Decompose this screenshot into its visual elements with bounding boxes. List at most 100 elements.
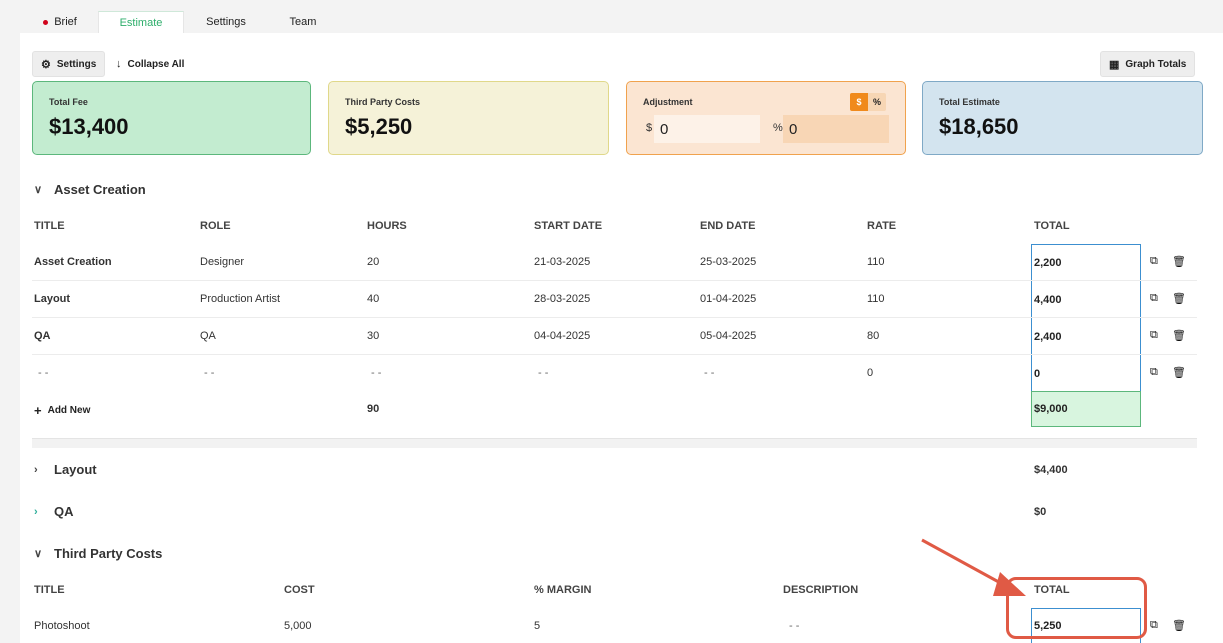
add-new-button[interactable]: + Add New	[34, 397, 90, 423]
adjustment-card: Adjustment $ % $ 0 % 0	[626, 81, 906, 155]
adjustment-mode-toggle[interactable]: $ %	[850, 93, 886, 111]
row-start-date[interactable]: 21-03-2025	[534, 256, 590, 268]
total-fee-value: $13,400	[49, 114, 129, 139]
row-rate[interactable]: 110	[867, 293, 885, 305]
row-hours[interactable]: 40	[367, 293, 379, 305]
column-header-rate: RATE	[867, 220, 897, 232]
copy-icon[interactable]: ⧉	[1150, 366, 1158, 379]
row-description[interactable]: - -	[789, 620, 799, 632]
section-divider	[32, 438, 1197, 448]
collapse-all-button[interactable]: ↓ Collapse All	[116, 51, 184, 77]
chevron-down-icon: ∨	[34, 548, 43, 560]
tab-label: Brief	[54, 16, 77, 28]
row-end-date[interactable]: 01-04-2025	[700, 293, 756, 305]
column-header-title: TITLE	[34, 220, 65, 232]
copy-icon[interactable]: ⧉	[1150, 292, 1158, 305]
row-title[interactable]: - -	[38, 367, 48, 379]
plus-icon: +	[34, 402, 42, 418]
adjustment-label: Adjustment	[643, 97, 693, 107]
trash-icon[interactable]: 🗑	[1172, 619, 1186, 632]
row-total-field[interactable]: 2,200	[1031, 244, 1141, 281]
row-role[interactable]: - -	[204, 367, 214, 379]
row-start-date[interactable]: - -	[538, 367, 548, 379]
adjustment-dollar-input[interactable]: 0	[654, 115, 760, 143]
row-role[interactable]: Designer	[200, 256, 244, 268]
tab-brief[interactable]: Brief	[30, 11, 90, 33]
row-role[interactable]: QA	[200, 330, 216, 342]
chevron-right-icon: ›	[34, 505, 38, 518]
settings-button[interactable]: ⚙ Settings	[32, 51, 106, 77]
section-header-third-party-costs[interactable]: ∨ Third Party Costs	[34, 546, 162, 561]
column-header-cost: COST	[284, 584, 315, 596]
row-title[interactable]: Asset Creation	[34, 256, 112, 268]
row-start-date[interactable]: 04-04-2025	[534, 330, 590, 342]
row-margin[interactable]: 5	[534, 620, 540, 632]
graph-totals-label: Graph Totals	[1125, 58, 1187, 70]
trash-icon[interactable]: 🗑	[1172, 292, 1186, 305]
graph-totals-button[interactable]: ▦ Graph Totals	[1100, 51, 1196, 77]
section-header-asset-creation[interactable]: ∨ Asset Creation	[34, 182, 146, 197]
chevron-right-icon: ›	[34, 463, 38, 476]
status-dot-icon	[43, 19, 49, 25]
trash-icon[interactable]: 🗑	[1172, 366, 1186, 379]
row-end-date[interactable]: 05-04-2025	[700, 330, 756, 342]
trash-icon[interactable]: 🗑	[1172, 255, 1186, 268]
tab-settings[interactable]: Settings	[190, 11, 262, 33]
arrow-down-icon: ↓	[116, 58, 122, 70]
row-end-date[interactable]: - -	[704, 367, 714, 379]
section-total: $4,400	[1034, 464, 1068, 476]
dollar-mode-button[interactable]: $	[850, 93, 868, 111]
row-role[interactable]: Production Artist	[200, 293, 280, 305]
row-hours[interactable]: 20	[367, 256, 379, 268]
tab-label: Settings	[206, 16, 246, 28]
section-title: QA	[54, 504, 74, 519]
column-header-total: TOTAL	[1034, 220, 1070, 232]
column-header-role: ROLE	[200, 220, 231, 232]
tab-team[interactable]: Team	[270, 11, 336, 33]
row-rate[interactable]: 0	[867, 367, 873, 379]
row-rate[interactable]: 110	[867, 256, 885, 268]
adjustment-percent-input[interactable]: 0	[783, 115, 889, 143]
row-cost[interactable]: 5,000	[284, 620, 312, 632]
total-fee-card: Total Fee $13,400	[32, 81, 311, 155]
row-start-date[interactable]: 28-03-2025	[534, 293, 590, 305]
tab-label: Team	[289, 16, 317, 28]
row-title[interactable]: Photoshoot	[34, 620, 90, 632]
annotation-highlight-box	[1006, 577, 1147, 639]
row-title[interactable]: QA	[34, 330, 51, 342]
row-divider	[32, 317, 1197, 318]
tab-estimate[interactable]: Estimate	[98, 11, 184, 33]
column-header-margin: % MARGIN	[534, 584, 592, 596]
percent-symbol: %	[773, 122, 783, 134]
row-total-field[interactable]: 2,400	[1031, 318, 1141, 355]
chart-icon: ▦	[1109, 58, 1120, 71]
copy-icon[interactable]: ⧉	[1150, 329, 1158, 342]
section-total: $0	[1034, 506, 1047, 518]
total-estimate-value: $18,650	[939, 114, 1019, 139]
copy-icon[interactable]: ⧉	[1150, 619, 1158, 632]
row-total-field[interactable]: 0	[1031, 355, 1141, 392]
section-header-qa[interactable]: › QA	[34, 504, 74, 519]
row-total-field[interactable]: 4,400	[1031, 281, 1141, 318]
row-end-date[interactable]: 25-03-2025	[700, 256, 756, 268]
row-rate[interactable]: 80	[867, 330, 879, 342]
third-party-costs-label: Third Party Costs	[345, 97, 421, 107]
row-hours[interactable]: 30	[367, 330, 379, 342]
section-header-layout[interactable]: › Layout	[34, 462, 97, 477]
row-title[interactable]: Layout	[34, 293, 70, 305]
tab-bar: Brief Estimate Settings Team	[0, 0, 1223, 33]
column-header-end-date: END DATE	[700, 220, 756, 232]
hours-sum: 90	[367, 403, 380, 415]
copy-icon[interactable]: ⧉	[1150, 255, 1158, 268]
trash-icon[interactable]: 🗑	[1172, 329, 1186, 342]
row-hours[interactable]: - -	[371, 367, 381, 379]
tab-label: Estimate	[119, 16, 163, 29]
percent-mode-button[interactable]: %	[868, 93, 886, 111]
total-estimate-label: Total Estimate	[939, 97, 1000, 107]
collapse-all-label: Collapse All	[127, 58, 185, 70]
total-fee-label: Total Fee	[49, 97, 88, 107]
dollar-symbol: $	[646, 122, 653, 134]
add-new-label: Add New	[47, 404, 91, 416]
third-party-costs-card: Third Party Costs $5,250	[328, 81, 609, 155]
chevron-down-icon: ∨	[34, 184, 43, 196]
